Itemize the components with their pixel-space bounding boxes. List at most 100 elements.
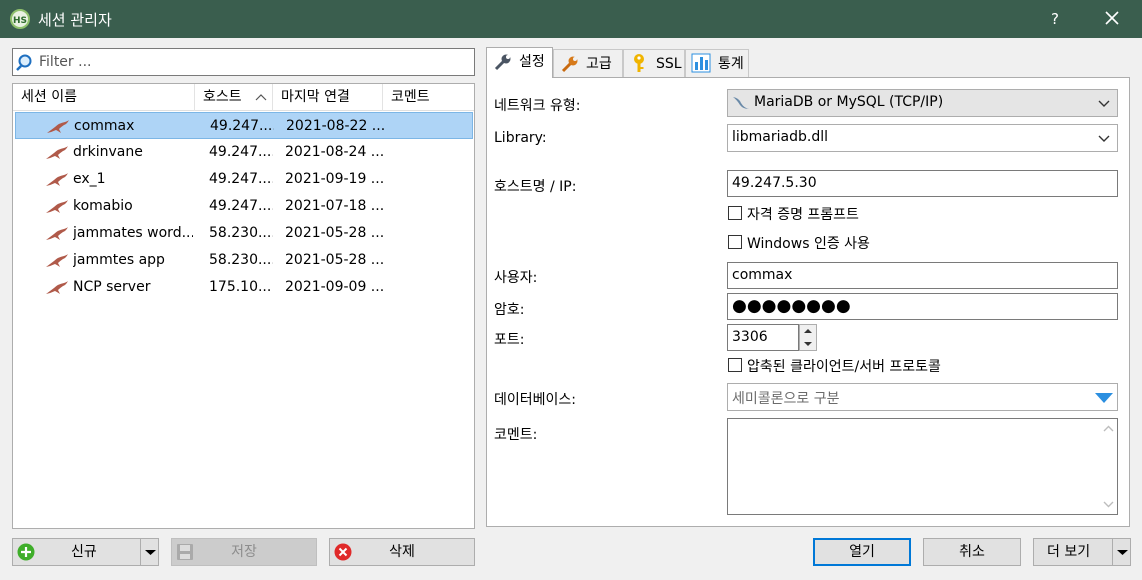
more-button-label: 더 보기	[1047, 544, 1091, 560]
prompt-credentials-checkbox[interactable]: 자격 증명 프롬프트	[728, 204, 928, 224]
hostname-input[interactable]: 49.247.5.30	[727, 170, 1118, 197]
column-comment[interactable]: 코멘트	[383, 84, 474, 111]
compressed-protocol-checkbox[interactable]: 압축된 클라이언트/서버 프로토콜	[728, 356, 1028, 376]
session-last-connect: 2021-08-22 ...	[286, 118, 386, 134]
hostname-value: 49.247.5.30	[732, 175, 817, 191]
bar-chart-icon	[691, 53, 711, 73]
session-list[interactable]: 세션 이름 호스트 마지막 연결 코멘트 commax 49.247.... 202…	[12, 83, 475, 529]
chevron-down-icon	[1098, 100, 1110, 107]
chevron-down-icon	[145, 550, 156, 555]
filter-box[interactable]	[12, 48, 475, 76]
column-host[interactable]: 호스트	[195, 84, 273, 111]
app-logo-icon: HS	[10, 9, 30, 29]
session-comment	[393, 193, 471, 220]
comment-scrollbar[interactable]	[1100, 419, 1117, 514]
new-dropdown[interactable]	[140, 539, 159, 565]
session-row[interactable]: jammtes app 58.230.... 2021-05-28 ...	[15, 247, 473, 274]
session-name: jammates word...	[73, 225, 193, 241]
mysql-dolphin-icon	[46, 254, 68, 267]
tab-statistics-label: 통계	[718, 56, 744, 72]
search-icon	[16, 54, 32, 71]
checkbox-box[interactable]	[728, 235, 742, 249]
delete-button[interactable]: 삭제	[329, 538, 475, 566]
windows-auth-checkbox[interactable]: Windows 인증 사용	[728, 233, 928, 253]
delete-icon	[334, 543, 352, 561]
checkbox-box[interactable]	[728, 206, 742, 220]
port-input[interactable]: 3306	[727, 324, 799, 351]
scroll-up-icon[interactable]	[1100, 422, 1117, 436]
session-comment	[393, 139, 471, 166]
session-comment	[393, 274, 471, 301]
session-row[interactable]: ex_1 49.247.... 2021-09-19 ...	[15, 166, 473, 193]
session-last-connect: 2021-09-19 ...	[285, 171, 385, 187]
session-row[interactable]: komabio 49.247.... 2021-07-18 ...	[15, 193, 473, 220]
open-button[interactable]: 열기	[813, 538, 911, 566]
port-stepper[interactable]	[799, 324, 817, 351]
tab-advanced-label: 고급	[586, 56, 612, 72]
network-type-select[interactable]: MariaDB or MySQL (TCP/IP)	[727, 89, 1118, 117]
user-input[interactable]: commax	[727, 262, 1118, 289]
chevron-up-icon[interactable]	[800, 325, 816, 337]
mysql-dolphin-icon	[46, 200, 68, 213]
save-button[interactable]: 저장	[171, 538, 317, 566]
mysql-dolphin-icon	[46, 146, 68, 159]
new-button-label: 신규	[71, 544, 97, 560]
databases-placeholder: 세미콜론으로 구분	[732, 391, 840, 407]
more-button[interactable]: 더 보기	[1033, 538, 1131, 566]
chevron-down-icon[interactable]	[800, 338, 816, 350]
session-name: ex_1	[73, 171, 106, 187]
tab-advanced[interactable]: 고급	[553, 49, 623, 77]
library-select[interactable]: libmariadb.dll	[727, 124, 1118, 152]
new-button[interactable]: 신규	[12, 538, 159, 566]
library-value: libmariadb.dll	[732, 129, 828, 145]
databases-label: 데이터베이스:	[494, 392, 576, 408]
password-label: 암호:	[494, 302, 525, 318]
session-host: 175.10...	[209, 279, 272, 295]
compressed-protocol-label: 압축된 클라이언트/서버 프로토콜	[747, 359, 941, 375]
wrench-orange-icon	[561, 56, 578, 73]
session-name: komabio	[73, 198, 133, 214]
cancel-button[interactable]: 취소	[923, 538, 1021, 566]
session-host: 58.230....	[209, 252, 273, 268]
session-row[interactable]: NCP server 175.10... 2021-09-09 ...	[15, 274, 473, 301]
mysql-dolphin-icon	[46, 173, 68, 186]
tab-ssl[interactable]: SSL	[623, 49, 685, 77]
column-last-connect[interactable]: 마지막 연결	[273, 84, 383, 111]
key-icon	[634, 54, 644, 72]
help-button[interactable]: ?	[1040, 0, 1070, 38]
windows-auth-label: Windows 인증 사용	[747, 236, 870, 252]
hostname-label: 호스트명 / IP:	[494, 179, 577, 195]
session-last-connect: 2021-07-18 ...	[285, 198, 385, 214]
close-button[interactable]	[1092, 0, 1132, 38]
more-dropdown[interactable]	[1112, 539, 1131, 565]
session-comment	[394, 113, 472, 140]
session-name: commax	[74, 118, 135, 134]
floppy-disk-icon	[177, 544, 193, 560]
add-icon	[17, 543, 35, 561]
tab-settings-label: 설정	[519, 54, 545, 70]
session-row[interactable]: commax 49.247.... 2021-08-22 ...	[15, 112, 473, 139]
checkbox-box[interactable]	[728, 358, 742, 372]
password-input[interactable]: ●●●●●●●●	[727, 293, 1118, 320]
title-bar: HS 세션 관리자 ?	[0, 0, 1142, 38]
session-name: drkinvane	[73, 144, 143, 160]
filter-input[interactable]	[37, 51, 467, 73]
column-session-name[interactable]: 세션 이름	[13, 84, 195, 111]
mysql-dolphin-icon	[46, 281, 68, 294]
session-last-connect: 2021-05-28 ...	[285, 225, 385, 241]
tab-settings[interactable]: 설정	[486, 47, 553, 78]
session-list-header: 세션 이름 호스트 마지막 연결 코멘트	[13, 84, 474, 111]
comment-textarea[interactable]	[727, 418, 1118, 515]
scroll-down-icon[interactable]	[1100, 497, 1117, 511]
session-comment	[393, 166, 471, 193]
port-label: 포트:	[494, 332, 525, 348]
databases-input[interactable]: 세미콜론으로 구분	[727, 383, 1118, 411]
tab-statistics[interactable]: 통계	[685, 49, 749, 77]
session-row[interactable]: drkinvane 49.247.... 2021-08-24 ...	[15, 139, 473, 166]
user-label: 사용자:	[494, 270, 538, 286]
mysql-dolphin-icon	[46, 227, 68, 240]
session-row[interactable]: jammates word... 58.230.... 2021-05-28 ...	[15, 220, 473, 247]
dropdown-arrow-icon[interactable]	[1094, 391, 1114, 405]
session-name: NCP server	[73, 279, 151, 295]
mysql-dolphin-icon	[47, 120, 69, 133]
